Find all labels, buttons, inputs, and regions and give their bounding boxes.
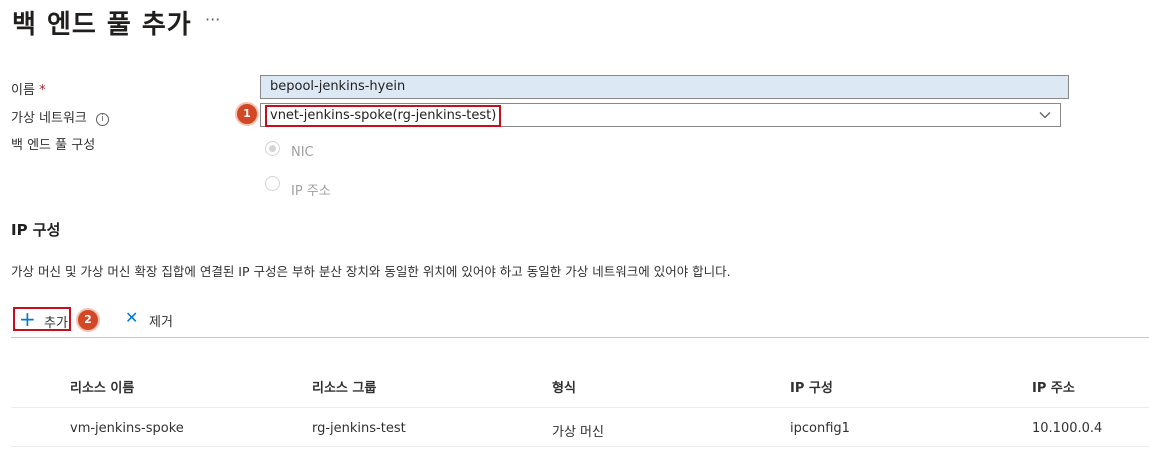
add-button[interactable]: + 추가 [13,307,71,331]
table-cell-ip-address: 10.100.0.4 [1032,421,1103,436]
table-cell-type: 가상 머신 [552,425,604,440]
name-label: 이름 * [11,79,46,98]
step-badge-1: 1 [235,102,259,126]
table-cell-ip-config: ipconfig1 [790,421,850,436]
section-title: IP 구성 [11,221,61,239]
table-cell-resource-group: rg-jenkins-test [312,421,406,436]
vnet-dropdown[interactable]: vnet-jenkins-spoke(rg-jenkins-test) [260,103,1061,127]
table-header-divider [11,407,1149,408]
step-badge-2: 2 [76,308,100,332]
toolbar-divider [11,337,1149,338]
config-label: 백 엔드 풀 구성 [11,138,96,153]
page-title: 백 엔드 풀 추가 [12,10,192,40]
vnet-selected-value: vnet-jenkins-spoke(rg-jenkins-test) [265,105,502,127]
required-mark: * [39,83,46,98]
section-description: 가상 머신 및 가상 머신 확장 집합에 연결된 IP 구성은 부하 분산 장치… [11,264,731,279]
table-row-divider [11,446,1149,447]
radio-nic-label: NIC [291,145,314,160]
add-button-label: 추가 [44,316,68,331]
radio-ip-address-label: IP 주소 [291,184,331,199]
table-cell-resource-name: vm-jenkins-spoke [70,421,184,436]
column-header-ip-address[interactable]: IP 주소 [1032,377,1075,396]
column-header-ip-config[interactable]: IP 구성 [790,377,833,396]
plus-icon: + [19,307,36,331]
radio-ip-address[interactable] [265,176,280,191]
column-header-resource-name[interactable]: 리소스 이름 [70,377,134,396]
name-label-text: 이름 [11,83,35,98]
name-input[interactable]: bepool-jenkins-hyein [260,75,1069,99]
vnet-label-text: 가상 네트워크 [11,111,87,126]
radio-nic[interactable] [265,141,280,156]
more-options-icon[interactable]: ··· [205,10,220,29]
column-header-resource-group[interactable]: 리소스 그룹 [312,377,376,396]
remove-button-label: 제거 [149,315,173,330]
close-icon: ✕ [125,308,139,327]
column-header-type[interactable]: 형식 [552,377,576,396]
chevron-down-icon [1039,112,1051,119]
info-icon[interactable]: i [96,113,110,126]
vnet-label: 가상 네트워크 i [11,107,110,126]
